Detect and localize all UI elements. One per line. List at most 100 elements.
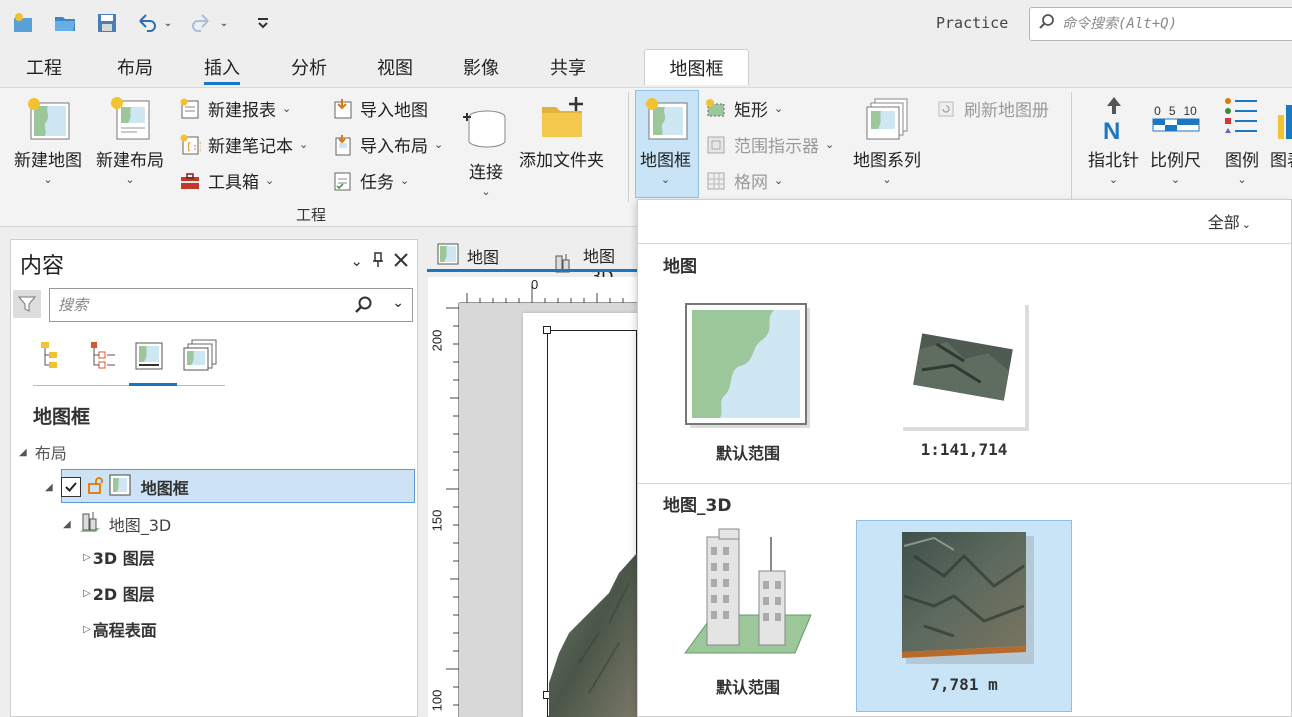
tab-imagery[interactable]: 影像 (463, 54, 499, 80)
gallery-filter-label: 全部 (1207, 213, 1240, 232)
scale-bar-button[interactable]: 0 5 10 比例尺 ⌄ (1150, 94, 1201, 186)
command-search[interactable] (1029, 7, 1292, 41)
tab-insert[interactable]: 插入 (204, 54, 240, 85)
list-by-map-series-icon[interactable] (181, 336, 219, 374)
chevron-down-icon: ⌄ (125, 173, 135, 186)
collapse-triangle-icon[interactable]: ◢ (63, 519, 71, 530)
new-notebook-button[interactable]: [:] 新建笔记本 ⌄ (178, 132, 308, 157)
unlock-icon[interactable] (87, 476, 105, 498)
collapse-triangle-icon[interactable]: ◢ (45, 482, 53, 493)
view-tab-active-indicator (427, 269, 637, 272)
search-icon[interactable] (354, 295, 374, 319)
new-report-button[interactable]: 新建报表 ⌄ (178, 96, 291, 121)
close-icon[interactable] (393, 252, 409, 272)
chevron-down-icon: ⌄ (400, 174, 410, 187)
grid-button[interactable]: 格网 ⌄ (704, 168, 783, 193)
new-layout-button[interactable]: 新建布局 ⌄ (96, 94, 164, 186)
map-icon (437, 243, 459, 269)
tree-item-label: 布局 (34, 444, 67, 463)
new-layout-icon (106, 94, 154, 142)
legend-button[interactable]: 图例 ⌄ (1218, 94, 1266, 186)
gallery-item-map-scale-extent[interactable]: 1:141,714 (856, 296, 1072, 488)
gallery-item-scene-default-extent[interactable]: 默认范围 (640, 520, 856, 712)
map-frame-button[interactable]: 地图框 ⌄ (640, 94, 691, 186)
refresh-atlas-button[interactable]: 刷新地图册 (934, 96, 1049, 121)
list-by-drawing-order-icon[interactable] (33, 336, 71, 374)
view-tab-map[interactable]: 地图 (437, 243, 499, 269)
task-button[interactable]: 任务 ⌄ (330, 168, 409, 193)
filter-icon[interactable] (13, 290, 41, 318)
tree-item-elevation-surfaces[interactable]: ▷ 高程表面 (83, 617, 157, 641)
tree-item-layout[interactable]: ◢ 布局 (19, 440, 67, 464)
gallery-section-title: 地图 (663, 257, 697, 277)
gallery-filter-dropdown[interactable]: 全部 ⌄ (1208, 209, 1251, 233)
tree-item-map-frame[interactable]: ◢ 地图框 (45, 474, 189, 500)
tab-analysis[interactable]: 分析 (291, 54, 327, 80)
customize-toolbar-icon[interactable] (250, 10, 276, 36)
chevron-down-icon: ⌄ (282, 102, 292, 115)
list-by-element-icon[interactable] (131, 336, 169, 374)
new-project-icon[interactable] (10, 10, 36, 36)
chart-button[interactable]: 图表 (1270, 94, 1292, 171)
new-map-icon (24, 94, 72, 142)
selection-handle[interactable] (543, 326, 551, 334)
extent-indicator-button[interactable]: 范围指示器 ⌄ (704, 132, 834, 157)
connect-label: 连接 (469, 163, 503, 183)
new-layout-label: 新建布局 (96, 151, 164, 171)
tree-item-label: 3D 图层 (92, 549, 155, 568)
redo-icon[interactable] (188, 10, 214, 36)
tab-share[interactable]: 共享 (550, 54, 586, 80)
list-by-source-icon[interactable] (83, 336, 121, 374)
redo-dropdown-icon[interactable]: ⌄ (216, 10, 232, 36)
grid-label: 格网 (734, 173, 768, 193)
chevron-down-icon: ⌄ (265, 174, 275, 187)
toolbox-button[interactable]: 工具箱 ⌄ (178, 168, 274, 193)
expand-triangle-icon[interactable]: ▷ (83, 624, 91, 635)
undo-dropdown-icon[interactable]: ⌄ (160, 10, 176, 36)
tree-item-2d-layers[interactable]: ▷ 2D 图层 (83, 581, 155, 605)
map-series-button[interactable]: 地图系列 ⌄ (853, 94, 921, 186)
contents-search-box[interactable]: ⌄ (49, 288, 413, 322)
tree-item-map-3d[interactable]: ◢ 地图_3D (63, 510, 171, 538)
pin-icon[interactable] (371, 252, 385, 272)
command-search-input[interactable] (1062, 16, 1282, 32)
add-folder-button[interactable]: 添加文件夹 (519, 94, 604, 171)
import-layout-button[interactable]: 导入布局 ⌄ (330, 132, 443, 157)
collapse-triangle-icon[interactable]: ◢ (19, 447, 27, 458)
import-layout-icon (330, 133, 354, 157)
map-default-extent-thumbnail (673, 296, 823, 436)
save-project-icon[interactable] (94, 10, 120, 36)
refresh-icon (934, 97, 958, 121)
chevron-down-icon: ⌄ (1237, 173, 1247, 186)
rectangle-button[interactable]: 矩形 ⌄ (704, 96, 783, 121)
open-project-icon[interactable] (52, 10, 78, 36)
toolbox-icon (178, 169, 202, 193)
chevron-down-icon: ⌄ (774, 102, 784, 115)
north-arrow-button[interactable]: N 指北针 ⌄ (1088, 94, 1139, 186)
tab-project[interactable]: 工程 (26, 54, 62, 80)
expand-triangle-icon[interactable]: ▷ (83, 552, 91, 563)
tab-layout[interactable]: 布局 (117, 54, 153, 80)
tab-map-frame-context[interactable]: 地图框 (644, 49, 749, 85)
tree-item-3d-layers[interactable]: ▷ 3D 图层 (83, 545, 155, 569)
chevron-down-icon: ⌄ (481, 185, 491, 198)
gallery-divider (638, 483, 1292, 484)
svg-text:N: N (1103, 118, 1120, 141)
layout-canvas[interactable] (459, 303, 637, 717)
contents-search-input[interactable] (58, 296, 338, 314)
extent-indicator-icon (704, 133, 728, 157)
undo-icon[interactable] (134, 10, 160, 36)
connect-button[interactable]: 连接 ⌄ (462, 106, 510, 198)
gallery-item-map-default-extent[interactable]: 默认范围 (640, 296, 856, 488)
expand-triangle-icon[interactable]: ▷ (83, 588, 91, 599)
ruler-tick-label: 100 (429, 689, 445, 712)
toolbox-label: 工具箱 (208, 173, 259, 193)
gallery-item-scene-distance[interactable]: 7,781 m (856, 520, 1072, 712)
tab-view[interactable]: 视图 (377, 54, 413, 80)
gallery-item-caption: 默认范围 (715, 444, 780, 463)
new-map-button[interactable]: 新建地图 ⌄ (14, 94, 82, 186)
pane-menu-icon[interactable]: ⌄ (350, 252, 363, 272)
search-options-chevron-icon[interactable]: ⌄ (392, 295, 404, 311)
import-map-button[interactable]: 导入地图 (330, 96, 428, 121)
visibility-checkbox[interactable] (60, 477, 81, 497)
